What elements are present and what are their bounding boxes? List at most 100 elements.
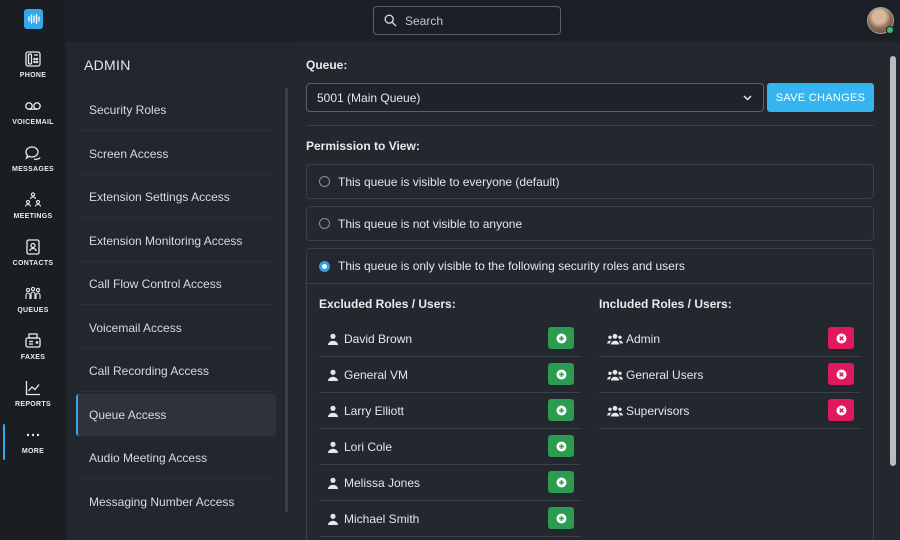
- plus-circle-icon: [556, 405, 566, 415]
- main-scrollbar[interactable]: [890, 56, 896, 466]
- nav-messages[interactable]: MESSAGES: [0, 142, 66, 186]
- save-changes-button[interactable]: SAVE CHANGES: [767, 83, 874, 112]
- nav-phone[interactable]: PHONE: [0, 48, 66, 92]
- admin-item-extension-settings-access[interactable]: Extension Settings Access: [76, 176, 276, 218]
- plus-circle-icon: [556, 333, 566, 343]
- excluded-name: Michael Smith: [344, 511, 420, 526]
- nav-more[interactable]: MORE: [0, 424, 66, 468]
- admin-item-messaging-number-access[interactable]: Messaging Number Access: [76, 481, 276, 523]
- search-icon: [384, 14, 397, 27]
- messages-icon: [25, 146, 41, 160]
- admin-item-call-flow-control-access[interactable]: Call Flow Control Access: [76, 263, 276, 305]
- add-button[interactable]: [548, 363, 574, 385]
- queues-icon: [25, 286, 41, 299]
- nav-meetings[interactable]: MEETINGS: [0, 189, 66, 233]
- excluded-name: Larry Elliott: [344, 403, 405, 418]
- user-icon: [328, 369, 338, 381]
- user-icon: [328, 441, 338, 453]
- included-name: Supervisors: [626, 403, 690, 418]
- included-name: Admin: [626, 331, 661, 346]
- excluded-name: Melissa Jones: [344, 475, 421, 490]
- nav-rail: PHONE VOICEMAIL MESSAGES MEETINGS CONTAC…: [0, 0, 66, 540]
- radio-button-selected[interactable]: [319, 260, 330, 272]
- users-group-icon: [607, 333, 623, 344]
- admin-item-voicemail-access[interactable]: Voicemail Access: [76, 307, 276, 349]
- included-name: General Users: [626, 367, 704, 382]
- plus-circle-icon: [556, 441, 566, 451]
- queue-select-value: 5001 (Main Queue): [317, 90, 421, 105]
- reports-icon: [25, 381, 40, 396]
- remove-button[interactable]: [828, 363, 854, 385]
- nav-label: REPORTS: [15, 401, 51, 408]
- admin-item-security-roles[interactable]: Security Roles: [76, 89, 276, 131]
- admin-item-extension-monitoring-access[interactable]: Extension Monitoring Access: [76, 220, 276, 262]
- excluded-row: David Brown: [319, 321, 581, 357]
- plus-circle-icon: [556, 477, 566, 487]
- radio-button[interactable]: [319, 218, 330, 229]
- radio-button[interactable]: [319, 176, 330, 187]
- divider: [306, 125, 874, 126]
- more-icon: [26, 433, 40, 437]
- queue-select[interactable]: 5001 (Main Queue): [306, 83, 764, 112]
- excluded-row: Melissa Jones: [319, 465, 581, 501]
- excluded-row: Michael Smith: [319, 501, 581, 537]
- nav-queues[interactable]: QUEUES: [0, 283, 66, 327]
- search-box[interactable]: [373, 6, 561, 35]
- permission-option-restricted[interactable]: This queue is only visible to the follow…: [307, 249, 873, 284]
- remove-button[interactable]: [828, 327, 854, 349]
- user-icon: [328, 333, 338, 345]
- nav-faxes[interactable]: FAXES: [0, 330, 66, 374]
- nav-label: CONTACTS: [12, 260, 54, 267]
- permission-option-label: This queue is visible to everyone (defau…: [338, 174, 560, 189]
- excluded-name: David Brown: [344, 331, 413, 346]
- included-row: Admin: [599, 321, 861, 357]
- add-button[interactable]: [548, 471, 574, 493]
- admin-item-call-recording-access[interactable]: Call Recording Access: [76, 350, 276, 392]
- add-button[interactable]: [548, 399, 574, 421]
- nav-label: MORE: [21, 448, 45, 455]
- permission-option-everyone[interactable]: This queue is visible to everyone (defau…: [306, 164, 874, 199]
- contacts-icon: [26, 239, 40, 255]
- excluded-title: Excluded Roles / Users:: [319, 297, 456, 311]
- included-title: Included Roles / Users:: [599, 297, 732, 311]
- plus-circle-icon: [556, 513, 566, 523]
- permission-option-none[interactable]: This queue is not visible to anyone: [306, 206, 874, 241]
- main-panel: Queue: 5001 (Main Queue) SAVE CHANGES Pe…: [291, 42, 900, 540]
- add-button[interactable]: [548, 507, 574, 529]
- search-input[interactable]: [405, 13, 545, 28]
- nav-label: PHONE: [19, 72, 47, 79]
- admin-item-screen-access[interactable]: Screen Access: [76, 133, 276, 175]
- user-icon: [328, 513, 338, 525]
- nav-label: FAXES: [20, 354, 46, 361]
- online-status-dot: [886, 26, 894, 34]
- add-button[interactable]: [548, 435, 574, 457]
- nav-contacts[interactable]: CONTACTS: [0, 236, 66, 280]
- roles-panel: This queue is only visible to the follow…: [306, 248, 874, 540]
- included-row: General Users: [599, 357, 861, 393]
- meetings-icon: [24, 192, 42, 207]
- fax-icon: [25, 333, 41, 348]
- nav-reports[interactable]: REPORTS: [0, 377, 66, 421]
- nav-label: QUEUES: [17, 307, 49, 314]
- excluded-row: Larry Elliott: [319, 393, 581, 429]
- nav-voicemail[interactable]: VOICEMAIL: [0, 95, 66, 139]
- users-group-icon: [607, 405, 623, 416]
- voicemail-icon: [25, 102, 41, 110]
- admin-item-audio-meeting-access[interactable]: Audio Meeting Access: [76, 437, 276, 479]
- chevron-down-icon: [743, 95, 752, 101]
- app-logo-icon[interactable]: [24, 9, 43, 29]
- remove-button[interactable]: [828, 399, 854, 421]
- excluded-row: Lori Cole: [319, 429, 581, 465]
- permission-option-label: This queue is not visible to anyone: [338, 216, 523, 231]
- admin-title: ADMIN: [84, 57, 131, 73]
- add-button[interactable]: [548, 327, 574, 349]
- admin-item-queue-access[interactable]: Queue Access: [76, 394, 276, 436]
- admin-sidebar: ADMIN Security Roles Screen Access Exten…: [66, 42, 291, 540]
- included-row: Supervisors: [599, 393, 861, 429]
- excluded-name: Lori Cole: [344, 439, 393, 454]
- admin-scrollbar[interactable]: [285, 88, 288, 512]
- close-circle-icon: [836, 369, 846, 379]
- phone-icon: [25, 51, 41, 67]
- excluded-row: General VM: [319, 357, 581, 393]
- user-icon: [328, 405, 338, 417]
